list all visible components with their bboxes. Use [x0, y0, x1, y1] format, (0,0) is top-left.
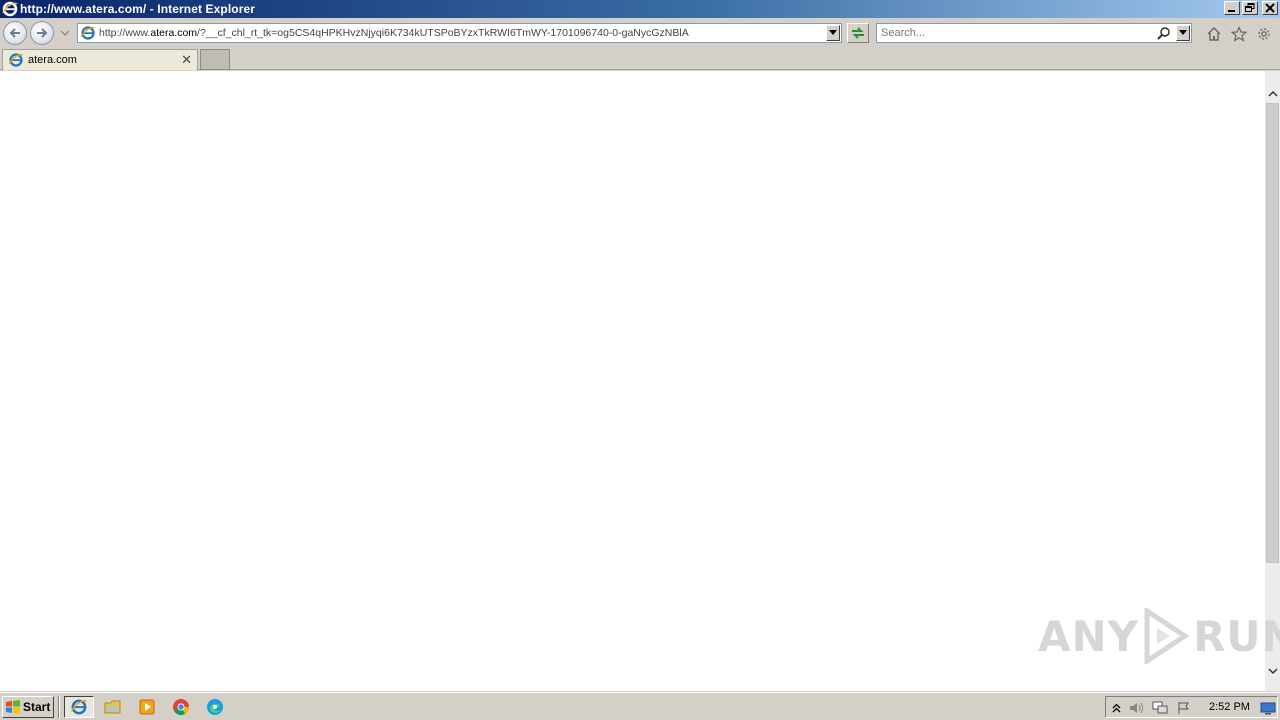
- url-host: atera.com: [150, 27, 198, 39]
- window-title: http://www.atera.com/ - Internet Explore…: [20, 2, 256, 16]
- compatibility-refresh-button[interactable]: [847, 23, 869, 43]
- tab-close-icon[interactable]: ✕: [181, 53, 192, 67]
- chevron-down-icon: [829, 30, 837, 35]
- watermark-left-text: ANY: [1038, 611, 1140, 661]
- system-tray: 2:52 PM: [1105, 696, 1278, 718]
- tools-button[interactable]: [1254, 24, 1274, 44]
- forward-arrow-icon: [37, 28, 48, 38]
- scroll-thumb[interactable]: [1266, 103, 1279, 563]
- media-player-icon: [139, 699, 155, 715]
- play-logo-icon: [1144, 608, 1190, 664]
- chrome-icon: [173, 699, 189, 715]
- favorites-button[interactable]: [1229, 24, 1249, 44]
- back-arrow-icon: [9, 28, 20, 38]
- search-box[interactable]: [876, 23, 1192, 43]
- desktop-icon: [1260, 702, 1276, 715]
- page-content: [0, 71, 1265, 691]
- back-button[interactable]: [3, 21, 27, 45]
- chevron-down-icon: [1179, 30, 1187, 35]
- new-tab-button[interactable]: [200, 49, 230, 70]
- edge-icon: [207, 699, 223, 715]
- address-bar[interactable]: http://www.atera.com/?__cf_chl_rt_tk=og5…: [77, 23, 842, 43]
- anyrun-watermark: ANY RUN: [1038, 608, 1280, 664]
- close-icon: [1265, 3, 1275, 13]
- refresh-icon: [852, 27, 864, 39]
- internet-explorer-icon: [70, 699, 87, 715]
- taskbar-separator: [58, 696, 60, 718]
- volume-button[interactable]: [1129, 700, 1145, 716]
- tab-bar: atera.com ✕: [0, 48, 1280, 70]
- close-button[interactable]: [1262, 1, 1278, 15]
- taskbar-file-explorer[interactable]: [98, 696, 128, 718]
- show-hidden-icons-button[interactable]: [1108, 700, 1124, 716]
- show-desktop-button[interactable]: [1260, 700, 1276, 716]
- home-icon: [1207, 27, 1221, 41]
- vertical-scrollbar[interactable]: [1265, 71, 1280, 691]
- restore-icon: [1245, 3, 1255, 12]
- restore-button[interactable]: [1242, 1, 1258, 15]
- forward-button[interactable]: [30, 21, 54, 45]
- action-center-button[interactable]: [1176, 700, 1192, 716]
- scroll-down-button[interactable]: [1265, 663, 1280, 679]
- url-rest: /?__cf_chl_rt_tk=og5CS4qHPKHvzNjyqi6K734…: [197, 27, 689, 39]
- gear-icon: [1258, 28, 1270, 40]
- internet-explorer-icon: [2, 1, 18, 17]
- chevron-down-icon: [1267, 667, 1278, 674]
- window-controls: [1224, 1, 1278, 15]
- search-icon[interactable]: [1157, 26, 1171, 40]
- search-dropdown-button[interactable]: [1176, 25, 1190, 41]
- url-prefix: http://www.: [99, 27, 151, 39]
- star-icon: [1231, 26, 1247, 42]
- minimize-button[interactable]: [1224, 1, 1240, 15]
- clock[interactable]: 2:52 PM: [1209, 701, 1250, 713]
- speaker-icon: [1130, 702, 1143, 714]
- chevron-up-double-icon: [1112, 703, 1120, 713]
- chevron-up-icon: [1267, 90, 1278, 97]
- title-bar: http://www.atera.com/ - Internet Explore…: [0, 0, 1280, 18]
- tab-atera[interactable]: atera.com ✕: [2, 49, 198, 70]
- start-button[interactable]: Start: [2, 696, 54, 718]
- recent-pages-dropdown-icon[interactable]: [60, 29, 70, 37]
- taskbar: Start 2:52 PM: [0, 692, 1280, 720]
- search-input[interactable]: [881, 27, 1151, 39]
- taskbar-chrome[interactable]: [166, 696, 196, 718]
- address-dropdown-button[interactable]: [826, 25, 840, 41]
- network-icon: [1152, 701, 1168, 714]
- file-explorer-icon: [104, 700, 121, 714]
- taskbar-edge[interactable]: [200, 696, 230, 718]
- page-favicon-icon: [80, 26, 95, 40]
- taskbar-media-player[interactable]: [132, 696, 162, 718]
- home-button[interactable]: [1204, 24, 1224, 44]
- windows-logo-icon: [6, 700, 20, 714]
- taskbar-internet-explorer[interactable]: [64, 696, 94, 718]
- minimize-icon: [1228, 10, 1235, 12]
- start-label: Start: [23, 700, 51, 714]
- navigation-bar: http://www.atera.com/?__cf_chl_rt_tk=og5…: [0, 18, 1280, 48]
- watermark-right-text: RUN: [1193, 611, 1280, 661]
- scroll-up-button[interactable]: [1265, 85, 1280, 101]
- tab-label: atera.com: [28, 54, 77, 66]
- page-favicon-icon: [8, 53, 23, 67]
- network-button[interactable]: [1152, 700, 1168, 716]
- address-url[interactable]: http://www.atera.com/?__cf_chl_rt_tk=og5…: [99, 27, 689, 39]
- flag-icon: [1178, 702, 1189, 714]
